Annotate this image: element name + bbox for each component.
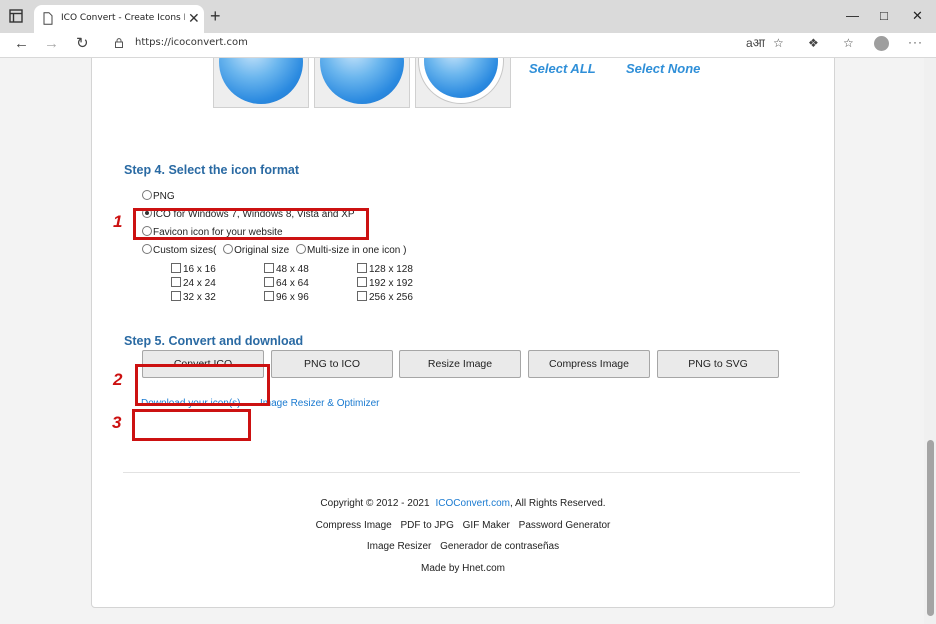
size-label: 96 x 96 — [276, 292, 309, 303]
size-checkbox[interactable]: 128 x 128 — [357, 263, 413, 276]
checkbox[interactable] — [171, 291, 181, 301]
size-label: 48 x 48 — [276, 264, 309, 275]
checkbox[interactable] — [357, 277, 367, 287]
select-all-link[interactable]: Select ALL — [529, 61, 596, 76]
original-size-label: Original size — [234, 245, 290, 256]
size-label: 16 x 16 — [183, 264, 216, 275]
radio-button[interactable] — [295, 244, 306, 254]
footer-made-by: Made by Hnet.com — [421, 563, 505, 574]
footer-link[interactable]: PDF to JPG — [401, 520, 454, 531]
tab-title: ICO Convert - Create Icons From — [61, 13, 185, 23]
format-option-custom[interactable]: Custom sizes( Original size Multi-size i… — [142, 244, 406, 257]
footer-link[interactable]: GIF Maker — [463, 520, 510, 531]
radio-button[interactable] — [142, 244, 152, 254]
copyright-suffix: , All Rights Reserved. — [509, 498, 606, 509]
size-checkbox[interactable]: 256 x 256 — [357, 291, 413, 304]
radio-button[interactable] — [223, 244, 234, 254]
checkbox[interactable] — [264, 277, 274, 287]
browser-toolbar: ← → ↻ https://icoconvert.com aआ ☆ ❖ ☆ ··… — [0, 33, 936, 58]
icon-preview[interactable] — [213, 58, 309, 108]
extensions-icon[interactable]: ❖ — [808, 35, 819, 51]
scrollbar-thumb[interactable] — [927, 440, 934, 616]
url-text: https://icoconvert.com — [135, 37, 248, 48]
multi-size-label: Multi-size in one icon ) — [306, 245, 407, 256]
footer-links-row2: Image Resizer Generador de contraseñas — [92, 541, 834, 552]
size-label: 128 x 128 — [369, 264, 413, 275]
footer-link[interactable]: Password Generator — [519, 520, 611, 531]
favorites-icon[interactable]: ☆ — [843, 35, 854, 51]
annotation-box-ico — [133, 208, 369, 240]
page-icon — [43, 12, 53, 25]
step4-heading: Step 4. Select the icon format — [124, 163, 300, 177]
option-label: PNG — [153, 191, 175, 202]
browser-tab-bar: ICO Convert - Create Icons From ✕ + — □ … — [0, 0, 936, 33]
checkbox[interactable] — [357, 263, 367, 273]
divider — [123, 472, 800, 473]
icon-preview[interactable] — [314, 58, 410, 108]
step5-heading: Step 5. Convert and download — [124, 334, 304, 348]
forward-icon[interactable]: → — [44, 35, 59, 53]
custom-sizes-label: Custom sizes( — [153, 245, 217, 256]
globe-image — [219, 58, 303, 104]
checkbox[interactable] — [264, 291, 274, 301]
size-checkbox[interactable]: 64 x 64 — [264, 277, 309, 290]
resize-image-button[interactable]: Resize Image — [399, 350, 521, 378]
size-label: 256 x 256 — [369, 292, 413, 303]
size-label: 192 x 192 — [369, 278, 413, 289]
footer-links-row1: Compress Image PDF to JPG GIF Maker Pass… — [92, 520, 834, 531]
png-to-ico-button[interactable]: PNG to ICO — [271, 350, 393, 378]
footer-link[interactable]: Compress Image — [316, 520, 392, 531]
reload-icon[interactable]: ↻ — [76, 35, 89, 53]
minimize-icon[interactable]: — — [846, 8, 859, 24]
annotation-box-convert — [135, 364, 270, 406]
read-aloud-icon[interactable]: aआ — [746, 35, 765, 51]
icon-preview[interactable] — [415, 58, 511, 108]
size-checkbox[interactable]: 32 x 32 — [171, 291, 216, 304]
image-resizer-link[interactable]: Image Resizer & Optimizer — [260, 398, 379, 409]
annotation-box-download — [132, 409, 251, 441]
browser-tab[interactable]: ICO Convert - Create Icons From ✕ — [34, 5, 204, 33]
size-checkbox[interactable]: 192 x 192 — [357, 277, 413, 290]
checkbox[interactable] — [357, 291, 367, 301]
favorite-star-icon[interactable]: ☆ — [773, 35, 784, 51]
select-none-link[interactable]: Select None — [626, 61, 700, 76]
format-option-png[interactable]: PNG — [142, 190, 175, 203]
back-icon[interactable]: ← — [14, 35, 29, 53]
footer-link[interactable]: Image Resizer — [367, 541, 431, 552]
checkbox[interactable] — [264, 263, 274, 273]
new-tab-button[interactable]: + — [210, 6, 221, 26]
annotation-marker: 3 — [112, 413, 122, 432]
window-close-icon[interactable]: ✕ — [912, 8, 923, 24]
maximize-icon[interactable]: □ — [880, 8, 888, 24]
profile-avatar[interactable] — [874, 36, 889, 51]
lock-icon — [115, 38, 123, 48]
page-viewport: Select ALL Select None Step 4. Select th… — [0, 58, 936, 624]
icoconvert-link[interactable]: ICOConvert.com — [436, 498, 510, 509]
annotation-marker: 2 — [113, 370, 123, 389]
size-label: 64 x 64 — [276, 278, 309, 289]
footer-link[interactable]: Generador de contraseñas — [440, 541, 559, 552]
checkbox[interactable] — [171, 277, 181, 287]
globe-image — [424, 58, 498, 98]
close-tab-icon[interactable]: ✕ — [188, 10, 200, 26]
address-bar[interactable]: https://icoconvert.com — [104, 34, 800, 54]
compress-image-button[interactable]: Compress Image — [528, 350, 650, 378]
size-label: 32 x 32 — [183, 292, 216, 303]
size-checkbox[interactable]: 16 x 16 — [171, 263, 216, 276]
checkbox[interactable] — [171, 263, 181, 273]
annotation-marker: 1 — [113, 212, 123, 231]
size-checkbox[interactable]: 48 x 48 — [264, 263, 309, 276]
footer-copyright: Copyright © 2012 - 2021 ICOConvert.com, A… — [92, 498, 834, 509]
size-checkbox[interactable]: 24 x 24 — [171, 277, 216, 290]
globe-image — [320, 58, 404, 104]
size-checkbox[interactable]: 96 x 96 — [264, 291, 309, 304]
png-to-svg-button[interactable]: PNG to SVG — [657, 350, 779, 378]
radio-button[interactable] — [142, 190, 152, 200]
copyright-text: Copyright © 2012 - 2021 — [320, 498, 430, 509]
size-label: 24 x 24 — [183, 278, 216, 289]
more-menu-icon[interactable]: ··· — [908, 35, 923, 49]
tab-actions-icon[interactable] — [9, 9, 23, 23]
content-card: Select ALL Select None Step 4. Select th… — [91, 58, 835, 608]
